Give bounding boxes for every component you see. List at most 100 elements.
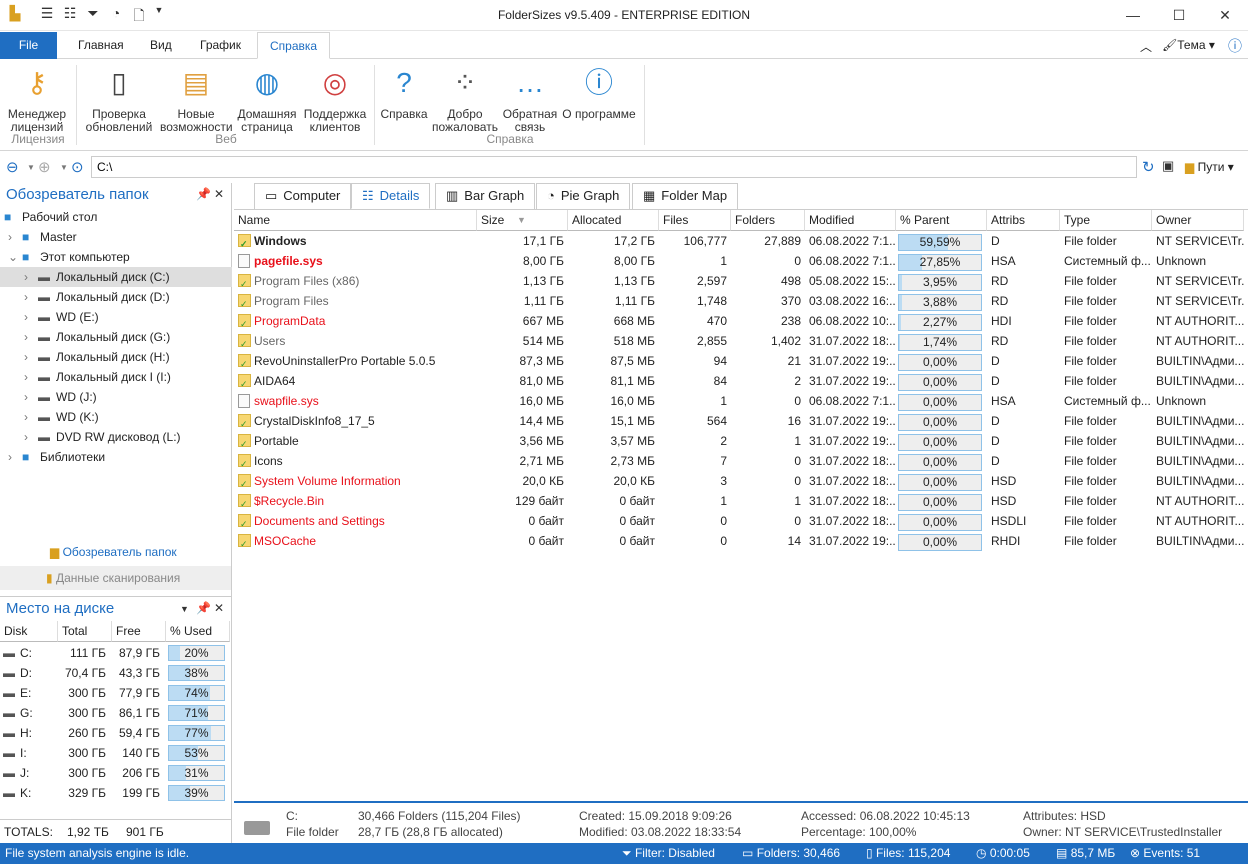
forward-icon[interactable]: ⊕ (38, 158, 51, 176)
console-icon[interactable]: ▣ (1162, 158, 1174, 174)
column-header[interactable]: Files (659, 210, 731, 231)
disk-row[interactable]: ▬ C: 111 ГБ 87,9 ГБ 20% (0, 643, 232, 663)
disk-column-header[interactable]: Disk (0, 621, 58, 642)
maximize-button[interactable]: ☐ (1156, 0, 1202, 31)
dropdown-icon[interactable]: ▼ (180, 604, 189, 614)
minimize-button[interactable]: — (1110, 0, 1156, 31)
close-button[interactable]: ✕ (1202, 0, 1248, 31)
chevron-right-icon[interactable]: › (24, 427, 28, 447)
tab-file[interactable]: File (0, 32, 57, 59)
table-row[interactable]: Users 514 МБ 518 МБ 2,855 1,402 31.07.2022 18… (234, 331, 1244, 351)
table-row[interactable]: swapfile.sys 16,0 МБ 16,0 МБ 1 0 06.08.2022 7… (234, 391, 1244, 411)
table-row[interactable]: AIDA64 81,0 МБ 81,1 МБ 84 2 31.07.2022 19:...… (234, 371, 1244, 391)
view-tab-details[interactable]: ☷ Details (351, 183, 431, 209)
disk-row[interactable]: ▬ I: 300 ГБ 140 ГБ 53% (0, 743, 232, 763)
tab-home[interactable]: Главная (66, 32, 136, 59)
ribbon-button-update[interactable]: ▯ Проверка обновлений (82, 63, 156, 134)
tree-item[interactable]: ⌄ ■ Этот компьютер (0, 247, 232, 267)
column-header[interactable]: Attribs (987, 210, 1060, 231)
forward-dropdown-icon[interactable]: ▼ (60, 163, 68, 172)
table-row[interactable]: System Volume Information 20,0 КБ 20,0 КБ 3… (234, 471, 1244, 491)
up-icon[interactable]: ⊙ (71, 158, 84, 176)
table-row[interactable]: $Recycle.Bin 129 байт 0 байт 1 1 31.07.2022 1… (234, 491, 1244, 511)
column-header[interactable]: % Parent (896, 210, 987, 231)
view-tab-computer[interactable]: ▭ Computer (254, 183, 352, 209)
tab-chart[interactable]: График (188, 32, 253, 59)
close-panel-icon[interactable]: ✕ (214, 187, 224, 201)
theme-button[interactable]: 🖌Тема ▾ (1162, 38, 1215, 52)
tree-item[interactable]: › ▬ DVD RW дисковод (L:) (0, 427, 232, 447)
tree-item[interactable]: › ■ Master (0, 227, 232, 247)
chevron-right-icon[interactable]: › (24, 367, 28, 387)
back-icon[interactable]: ⊖ (6, 158, 19, 176)
chevron-right-icon[interactable]: › (24, 347, 28, 367)
ribbon-button-notes[interactable]: ▤ Новые возможности (160, 63, 233, 134)
disk-column-header[interactable]: Total (58, 621, 112, 642)
ribbon-button-support[interactable]: ◎ Поддержка клиентов (300, 63, 370, 134)
disk-column-header[interactable]: % Used (166, 621, 230, 642)
column-header[interactable]: Allocated (568, 210, 659, 231)
refresh-icon[interactable]: ↻ (1142, 158, 1155, 176)
chevron-right-icon[interactable]: › (24, 287, 28, 307)
ribbon-button-info[interactable]: ⓘ О программе (560, 63, 638, 121)
events-status[interactable]: ⊗ Events: 51 (1130, 843, 1200, 864)
back-dropdown-icon[interactable]: ▼ (27, 163, 35, 172)
ribbon-button-footprints[interactable]: ⁘ Добро пожаловать (430, 63, 500, 134)
ribbon-button-help[interactable]: ? Справка (378, 63, 430, 121)
column-header[interactable]: Folders (731, 210, 805, 231)
table-row[interactable]: CrystalDiskInfo8_17_5 14,4 МБ 15,1 МБ 564 16… (234, 411, 1244, 431)
disk-column-header[interactable]: Free (112, 621, 166, 642)
path-input[interactable] (91, 156, 1137, 178)
table-row[interactable]: pagefile.sys 8,00 ГБ 8,00 ГБ 1 0 06.08.2022 7… (234, 251, 1244, 271)
pin-icon[interactable]: 📌 (196, 187, 211, 201)
filter-status[interactable]: ⏷ Filter: Disabled (622, 843, 715, 864)
tab-scan-data[interactable]: ▮ Данные сканирования (0, 566, 231, 590)
collapse-ribbon-icon[interactable]: ︿ (1140, 38, 1152, 55)
chevron-right-icon[interactable]: › (24, 307, 28, 327)
ribbon-button-globe[interactable]: ◍ Домашняя страница (234, 63, 300, 134)
column-header[interactable]: Type (1060, 210, 1152, 231)
tree-item[interactable]: › ▬ WD (K:) (0, 407, 232, 427)
tree-item[interactable]: ■ Рабочий стол (0, 207, 232, 227)
table-row[interactable]: Portable 3,56 МБ 3,57 МБ 2 1 31.07.2022 19:..… (234, 431, 1244, 451)
view-tab-folder-map[interactable]: ▦ Folder Map (632, 183, 739, 209)
tree-item[interactable]: › ▬ Локальный диск (D:) (0, 287, 232, 307)
disk-row[interactable]: ▬ E: 300 ГБ 77,9 ГБ 74% (0, 683, 232, 703)
table-row[interactable]: RevoUninstallerPro Portable 5.0.5 87,3 МБ… (234, 351, 1244, 371)
disk-row[interactable]: ▬ K: 329 ГБ 199 ГБ 39% (0, 783, 232, 803)
ribbon-button-feedback[interactable]: … Обратная связь (500, 63, 560, 134)
disk-row[interactable]: ▬ D: 70,4 ГБ 43,3 ГБ 38% (0, 663, 232, 683)
tree-item[interactable]: › ▬ Локальный диск (G:) (0, 327, 232, 347)
tab-view[interactable]: Вид (138, 32, 184, 59)
column-header[interactable]: Name (234, 210, 477, 231)
chevron-right-icon[interactable]: › (24, 327, 28, 347)
view-tab-pie-graph[interactable]: ◔ Pie Graph (536, 183, 631, 209)
chevron-right-icon[interactable]: › (24, 267, 28, 287)
tree-item[interactable]: › ▬ Локальный диск I (I:) (0, 367, 232, 387)
table-row[interactable]: MSOCache 0 байт 0 байт 0 14 31.07.2022 19:...… (234, 531, 1244, 551)
tree-item[interactable]: › ▬ WD (E:) (0, 307, 232, 327)
disk-row[interactable]: ▬ G: 300 ГБ 86,1 ГБ 71% (0, 703, 232, 723)
chevron-right-icon[interactable]: › (8, 447, 12, 467)
paths-button[interactable]: ▆ Пути ▾ (1185, 160, 1234, 174)
table-row[interactable]: Program Files 1,11 ГБ 1,11 ГБ 1,748 370 03.08… (234, 291, 1244, 311)
column-header[interactable]: Size ▼ (477, 210, 568, 231)
help-icon[interactable]: ⓘ (1228, 36, 1242, 56)
chevron-right-icon[interactable]: › (8, 227, 12, 247)
tab-folder-browser[interactable]: ▆ Обозреватель папок (50, 545, 177, 559)
table-row[interactable]: Icons 2,71 МБ 2,73 МБ 7 0 31.07.2022 18:... 0,… (234, 451, 1244, 471)
tree-item[interactable]: › ▬ Локальный диск (C:) (0, 267, 232, 287)
view-tab-bar-graph[interactable]: ▥ Bar Graph (435, 183, 536, 209)
chevron-right-icon[interactable]: › (24, 407, 28, 427)
disk-row[interactable]: ▬ H: 260 ГБ 59,4 ГБ 77% (0, 723, 232, 743)
ribbon-button-key[interactable]: ⚷ Менеджер лицензий (4, 63, 70, 134)
column-header[interactable]: Owner (1152, 210, 1244, 231)
table-row[interactable]: Windows 17,1 ГБ 17,2 ГБ 106,777 27,889 06.08.… (234, 231, 1244, 251)
pin-icon[interactable]: 📌 (196, 601, 211, 615)
chevron-down-icon[interactable]: ⌄ (8, 247, 18, 267)
chevron-right-icon[interactable]: › (24, 387, 28, 407)
table-row[interactable]: Program Files (x86) 1,13 ГБ 1,13 ГБ 2,597 49… (234, 271, 1244, 291)
table-row[interactable]: Documents and Settings 0 байт 0 байт 0 0 31.0… (234, 511, 1244, 531)
disk-row[interactable]: ▬ J: 300 ГБ 206 ГБ 31% (0, 763, 232, 783)
tree-item[interactable]: › ▬ Локальный диск (H:) (0, 347, 232, 367)
